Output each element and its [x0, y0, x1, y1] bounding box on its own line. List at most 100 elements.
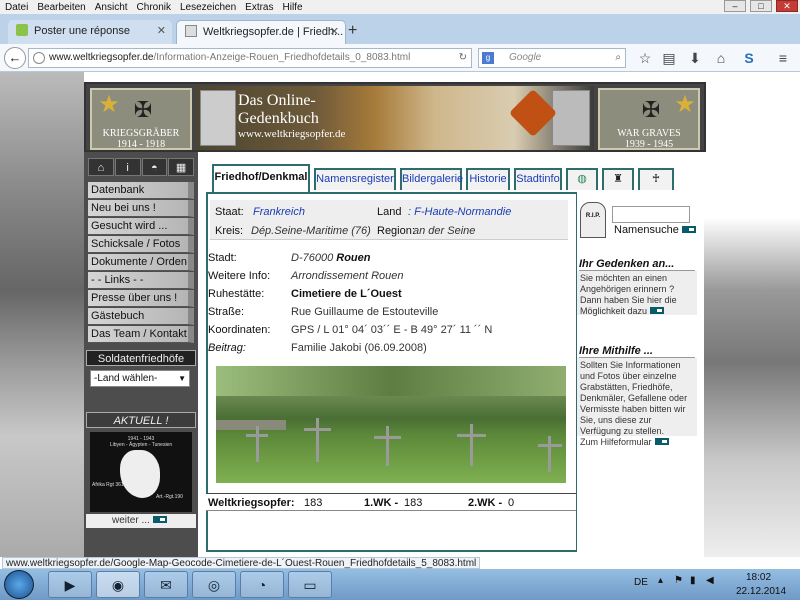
staat-value[interactable]: Frankreich: [253, 206, 305, 218]
mithilfe-box: Sollten Sie Informationen und Fotos über…: [577, 358, 697, 447]
sidebar-item-dokumente[interactable]: Dokumente / Orden: [88, 254, 194, 271]
language-indicator[interactable]: DE: [634, 577, 648, 588]
explorer-icon[interactable]: ▭: [288, 571, 332, 598]
arrow-right-icon: [681, 226, 696, 233]
tab-bildergalerie[interactable]: Bildergalerie: [400, 168, 463, 190]
chevron-up-icon[interactable]: ▴: [658, 575, 663, 586]
speedtest-icon[interactable]: ◔: [240, 571, 284, 598]
firefox-icon[interactable]: ◉: [96, 571, 140, 598]
start-button[interactable]: [4, 570, 34, 599]
kriegsgraeber-plate: ★ ✠ KRIEGSGRÄBER 1914 - 1918: [90, 88, 192, 150]
new-tab-button[interactable]: +: [348, 20, 357, 42]
home-icon[interactable]: ⌂: [712, 49, 730, 67]
gedenken-heading: Ihr Gedenken an...: [579, 258, 695, 271]
back-button[interactable]: ←: [4, 47, 26, 69]
sidebar-item-gesucht[interactable]: Gesucht wird ...: [88, 218, 194, 235]
clock-time[interactable]: 18:02: [746, 572, 771, 583]
search-icon[interactable]: ⌕: [615, 49, 621, 67]
eye-app-icon[interactable]: ◎: [192, 571, 236, 598]
aktuell-img-line1: 1941 - 1943: [127, 436, 155, 442]
reload-icon[interactable]: ↻: [459, 49, 467, 67]
url-path: /Information-Anzeige-Rouen_Friedhofdetai…: [153, 52, 411, 63]
tab-namensregister[interactable]: Namensregister: [314, 168, 396, 190]
iron-cross-icon: ✠: [641, 97, 661, 122]
tab-title: Weltkriegsopfer.de | Friedh...: [203, 26, 344, 38]
network-icon[interactable]: ▮: [690, 575, 696, 586]
soldier-portrait-image: [200, 90, 236, 146]
maple-leaf-icon: [508, 88, 558, 138]
stadt-name: Rouen: [336, 252, 371, 264]
download-icon[interactable]: ⬇: [686, 49, 704, 67]
sidebar-item-gaestebuch[interactable]: Gästebuch: [88, 308, 194, 325]
aktuell-heading: AKTUELL !: [86, 412, 196, 428]
stadt-value: D-76000 Rouen: [291, 252, 371, 264]
menu-lesezeichen[interactable]: Lesezeichen: [175, 0, 240, 14]
land-value[interactable]: : F-Haute-Normandie: [408, 206, 511, 218]
gedenken-box[interactable]: Sie möchten an einen Angehörigen erinner…: [577, 271, 697, 316]
hamburger-menu-icon[interactable]: ≡: [774, 49, 792, 67]
namenssuche-link[interactable]: Namensuche: [614, 224, 696, 236]
globe-tab-icon[interactable]: ◍: [566, 168, 598, 190]
search-input[interactable]: g Google ⌕: [478, 48, 626, 68]
close-tab-icon[interactable]: ✕: [330, 21, 339, 43]
reading-list-icon[interactable]: ▤: [660, 49, 678, 67]
weiter-link[interactable]: weiter ...: [86, 514, 196, 528]
soldier-tab-icon[interactable]: ♜: [602, 168, 634, 190]
helmet-icon[interactable]: ◓: [141, 158, 168, 176]
staat-label: Staat:: [215, 206, 244, 218]
tab-historie[interactable]: Historie: [466, 168, 510, 190]
clock-date[interactable]: 22.12.2014: [736, 586, 786, 597]
sidebar-item-team[interactable]: Das Team / Kontakt: [88, 326, 194, 343]
menu-hilfe[interactable]: Hilfe: [278, 0, 307, 14]
back-arrow-icon: ←: [8, 50, 22, 65]
sidebar-item-schicksale[interactable]: Schicksale / Fotos: [88, 236, 194, 253]
star-icon: ★: [98, 92, 120, 118]
minimize-button[interactable]: –: [724, 0, 746, 12]
tab-stadtinfo[interactable]: Stadtinfo: [514, 168, 562, 190]
address-bar[interactable]: www.weltkriegsopfer.de/Information-Anzei…: [28, 48, 472, 68]
sidebar-item-links[interactable]: - - Links - -: [88, 272, 194, 289]
site-banner[interactable]: ★ ✠ KRIEGSGRÄBER 1914 - 1918 Das Online-…: [84, 82, 706, 152]
menu-bearbeiten[interactable]: Bearbeiten: [32, 0, 89, 14]
aktuell-africa-image[interactable]: 1941 - 1943 Libyen - Ägypten - Tunesien …: [90, 432, 192, 512]
tab-friedhof-denkmal[interactable]: Friedhof/Denkmal: [212, 164, 310, 192]
film-icon[interactable]: ▦: [168, 158, 194, 176]
mithilfe-heading: Ihre Mithilfe ...: [579, 345, 695, 358]
menu-datei[interactable]: Datei: [0, 0, 32, 14]
koordinaten-value[interactable]: GPS / L 01° 04´ 03´´ E - B 49° 27´ 11 ´´…: [291, 324, 492, 336]
menu-ansicht[interactable]: Ansicht: [90, 0, 132, 14]
hilfeformular-link[interactable]: Zum Hilfeformular: [580, 437, 669, 447]
sidebar-item-neu[interactable]: Neu bei uns !: [88, 200, 194, 217]
s-addon-icon[interactable]: S: [740, 49, 758, 67]
beitrag-label: Beitrag:: [208, 342, 246, 354]
stats-label: Weltkriegsopfer:: [208, 497, 295, 509]
browser-tab-poster[interactable]: Poster une réponse ✕: [8, 20, 172, 44]
beitrag-value: Familie Jakobi (06.09.2008): [291, 342, 427, 354]
menu-chronik[interactable]: Chronik: [132, 0, 175, 14]
tab-strip: Poster une réponse ✕ Weltkriegsopfer.de |…: [0, 14, 800, 44]
tombstone-tab-icon[interactable]: ♰: [638, 168, 674, 190]
volume-icon[interactable]: ◀: [706, 575, 714, 586]
arrow-right-icon: [650, 307, 665, 314]
menu-extras[interactable]: Extras: [240, 0, 277, 14]
ruhestaette-label: Ruhestätte:: [208, 288, 265, 300]
trees-area: [216, 366, 566, 396]
rip-tombstone-icon: R.I.P.: [580, 202, 606, 238]
maximize-button[interactable]: □: [750, 0, 772, 12]
home-icon[interactable]: ⌂: [88, 158, 114, 176]
sidebar-item-datenbank[interactable]: Datenbank: [88, 182, 194, 199]
cemetery-photo[interactable]: [216, 366, 566, 483]
sidebar-icon-row: ⌂ i ◓ ▦: [88, 158, 194, 176]
namenssuche-input[interactable]: [612, 206, 690, 223]
land-select[interactable]: -Land wählen- ▼: [90, 370, 190, 387]
info-icon[interactable]: i: [114, 158, 141, 176]
stats-wk2-value: 0: [508, 497, 515, 509]
media-player-icon[interactable]: ▶: [48, 571, 92, 598]
flag-icon[interactable]: ⚑: [674, 575, 683, 586]
sidebar-item-presse[interactable]: Presse über uns !: [88, 290, 194, 307]
browser-tab-weltkriegsopfer[interactable]: Weltkriegsopfer.de | Friedh... ✕: [176, 20, 346, 44]
bookmark-star-icon[interactable]: ☆: [636, 49, 654, 67]
close-window-button[interactable]: ✕: [776, 0, 798, 12]
close-tab-icon[interactable]: ✕: [157, 20, 166, 42]
thunderbird-icon[interactable]: ✉: [144, 571, 188, 598]
